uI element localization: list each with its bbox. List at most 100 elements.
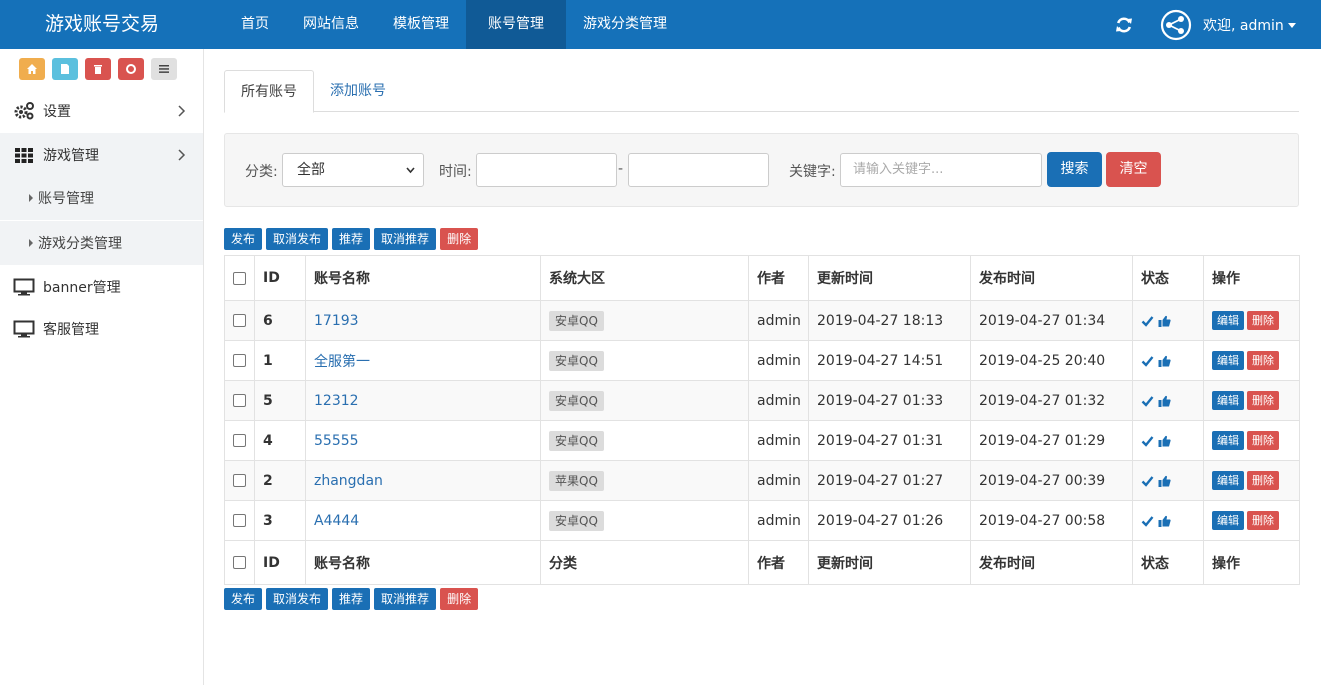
unrecommend-button[interactable]: 取消推荐	[374, 588, 437, 610]
recommend-thumb-icon[interactable]	[1154, 313, 1171, 329]
select-all-checkbox[interactable]	[233, 271, 246, 285]
sidebar-item-label: 游戏分类管理	[38, 236, 122, 252]
recommend-thumb-icon[interactable]	[1154, 353, 1171, 369]
account-name-link[interactable]: 全服第一	[314, 354, 370, 370]
tab-add-account[interactable]: 添加账号	[314, 70, 402, 112]
nav-template-manage[interactable]: 模板管理	[376, 0, 466, 49]
user-menu[interactable]: 欢迎, admin	[1203, 0, 1296, 49]
row-account-name-cell: 全服第一	[305, 340, 541, 381]
row-checkbox[interactable]	[233, 354, 246, 367]
clear-button[interactable]: 清空	[1106, 152, 1161, 187]
sidebar-item-label: 设置	[43, 104, 71, 120]
recommend-button[interactable]: 推荐	[332, 228, 371, 250]
publish-button[interactable]: 发布	[224, 228, 263, 250]
row-checkbox[interactable]	[233, 394, 246, 407]
row-delete-button[interactable]: 删除	[1247, 311, 1279, 330]
sidebar-item-customer-service[interactable]: 客服管理	[0, 307, 203, 351]
category-select[interactable]: 全部	[282, 153, 424, 187]
row-checkbox[interactable]	[233, 514, 246, 527]
row-operations-cell: 编辑 删除	[1203, 300, 1300, 341]
table-row: 5 12312 安卓QQ admin 2019-04-27 01:33 2019-04-2…	[224, 380, 1300, 421]
user-logo-icon[interactable]	[1160, 9, 1192, 41]
file-icon[interactable]	[52, 58, 78, 80]
keyword-label: 关键字:	[789, 164, 836, 180]
select-all-checkbox[interactable]	[233, 556, 246, 569]
table-row: 4 55555 安卓QQ admin 2019-04-27 01:31 2019-04-2…	[224, 420, 1300, 461]
brand-title[interactable]: 游戏账号交易	[0, 0, 204, 49]
time-separator: -	[618, 161, 624, 177]
gears-icon	[14, 102, 34, 120]
sidebar-subitem-account-manage[interactable]: 账号管理	[0, 176, 203, 220]
list-icon[interactable]	[151, 58, 177, 80]
published-check-icon[interactable]	[1141, 473, 1154, 489]
sidebar-subitem-game-category-manage[interactable]: 游戏分类管理	[0, 221, 203, 265]
published-check-icon[interactable]	[1141, 353, 1154, 369]
edit-button[interactable]: 编辑	[1212, 511, 1244, 530]
delete-button[interactable]: 删除	[440, 228, 479, 250]
table-row: 1 全服第一 安卓QQ admin 2019-04-27 14:51 2019-04-25…	[224, 340, 1300, 381]
account-name-link[interactable]: 12312	[314, 393, 359, 409]
row-delete-button[interactable]: 删除	[1247, 431, 1279, 450]
published-check-icon[interactable]	[1141, 313, 1154, 329]
unrecommend-button[interactable]: 取消推荐	[374, 228, 437, 250]
account-name-link[interactable]: zhangdan	[314, 473, 383, 489]
row-region-cell: 安卓QQ	[540, 340, 749, 381]
trash-icon[interactable]	[85, 58, 111, 80]
sidebar-item-game-manage[interactable]: 游戏管理	[0, 133, 203, 177]
edit-button[interactable]: 编辑	[1212, 431, 1244, 450]
table-header-row: ID 账号名称 系统大区 作者 更新时间 发布时间 状态 操作	[224, 255, 1300, 301]
row-checkbox[interactable]	[233, 434, 246, 447]
region-tag: 安卓QQ	[549, 350, 604, 371]
row-status-cell	[1132, 300, 1204, 341]
keyword-input[interactable]: 请输入关键字...	[840, 153, 1042, 187]
sidebar-item-settings[interactable]: 设置	[0, 89, 203, 133]
row-delete-button[interactable]: 删除	[1247, 351, 1279, 370]
nav-home[interactable]: 首页	[224, 0, 286, 49]
recommend-button[interactable]: 推荐	[332, 588, 371, 610]
account-name-link[interactable]: 17193	[314, 313, 359, 329]
publish-button[interactable]: 发布	[224, 588, 263, 610]
edit-button[interactable]: 编辑	[1212, 391, 1244, 410]
sidebar-item-banner-manage[interactable]: banner管理	[0, 265, 203, 309]
row-checkbox[interactable]	[233, 314, 246, 327]
published-check-icon[interactable]	[1141, 513, 1154, 529]
tab-all-accounts[interactable]: 所有账号	[224, 70, 314, 113]
row-status-cell	[1132, 460, 1204, 501]
unpublish-button[interactable]: 取消发布	[266, 228, 329, 250]
row-delete-button[interactable]: 删除	[1247, 471, 1279, 490]
row-checkbox[interactable]	[233, 474, 246, 487]
recommend-thumb-icon[interactable]	[1154, 393, 1171, 409]
published-check-icon[interactable]	[1141, 393, 1154, 409]
edit-button[interactable]: 编辑	[1212, 311, 1244, 330]
delete-button[interactable]: 删除	[440, 588, 479, 610]
time-start-input[interactable]	[476, 153, 617, 187]
account-name-link[interactable]: 55555	[314, 433, 359, 449]
row-delete-button[interactable]: 删除	[1247, 511, 1279, 530]
recommend-thumb-icon[interactable]	[1154, 513, 1171, 529]
bulk-actions-top: 发布 取消发布 推荐 取消推荐 删除	[224, 228, 479, 250]
refresh-icon[interactable]	[1114, 16, 1134, 34]
row-select-cell	[224, 300, 255, 341]
recycle-icon[interactable]	[118, 58, 144, 80]
user-greeting: 欢迎, admin	[1203, 18, 1284, 34]
search-button[interactable]: 搜索	[1047, 152, 1102, 187]
grid-icon	[15, 148, 33, 163]
recommend-thumb-icon[interactable]	[1154, 433, 1171, 449]
nav-site-info[interactable]: 网站信息	[286, 0, 376, 49]
chevron-right-icon	[178, 105, 186, 117]
row-delete-button[interactable]: 删除	[1247, 391, 1279, 410]
unpublish-button[interactable]: 取消发布	[266, 588, 329, 610]
edit-button[interactable]: 编辑	[1212, 471, 1244, 490]
row-status-cell	[1132, 340, 1204, 381]
footer-id: ID	[254, 540, 306, 585]
account-name-link[interactable]: A4444	[314, 513, 359, 529]
footer-updated-time: 更新时间	[808, 540, 971, 585]
nav-game-category-manage[interactable]: 游戏分类管理	[566, 0, 684, 49]
published-check-icon[interactable]	[1141, 433, 1154, 449]
row-select-cell	[224, 500, 255, 541]
recommend-thumb-icon[interactable]	[1154, 473, 1171, 489]
edit-button[interactable]: 编辑	[1212, 351, 1244, 370]
home-icon[interactable]	[19, 58, 45, 80]
nav-account-manage[interactable]: 账号管理	[466, 0, 566, 49]
time-end-input[interactable]	[628, 153, 769, 187]
